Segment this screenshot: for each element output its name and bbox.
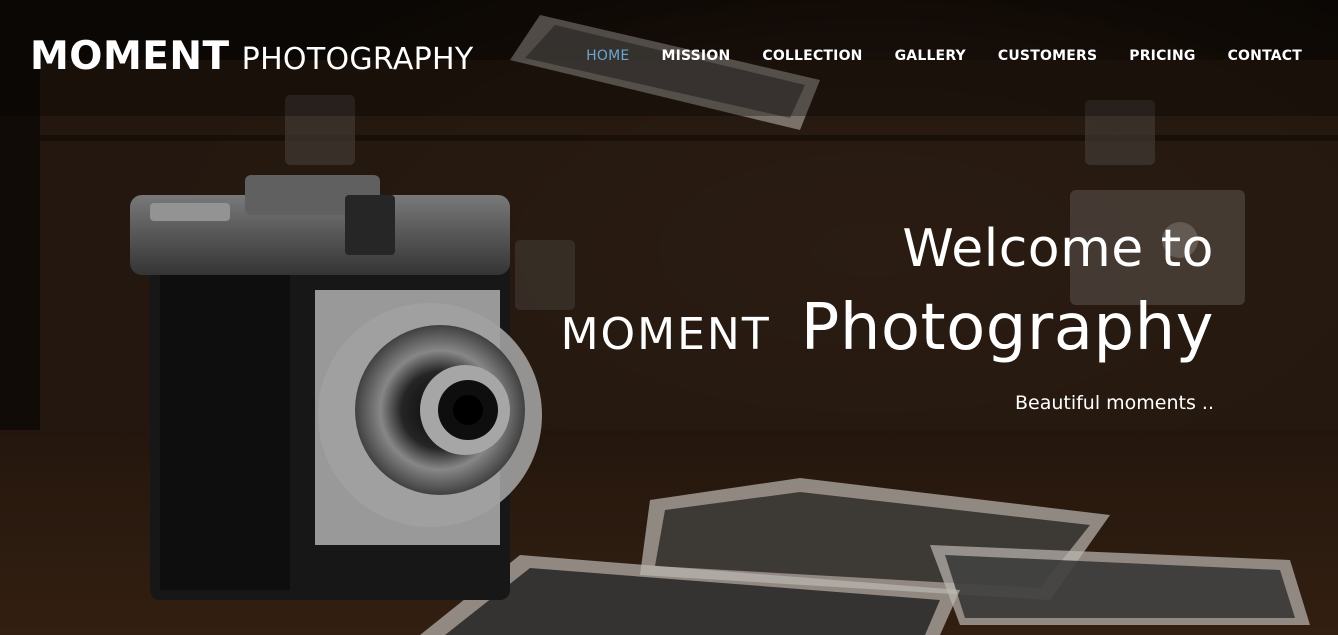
hero-title-line2: MOMENT Photography bbox=[561, 286, 1214, 386]
main-nav: HOME MISSION COLLECTION GALLERY CUSTOMER… bbox=[554, 48, 1302, 64]
nav-item-pricing[interactable]: PRICING bbox=[1129, 48, 1195, 64]
hero-title-caps: MOMENT bbox=[560, 309, 771, 360]
brand-name-light: PHOTOGRAPHY bbox=[241, 42, 474, 77]
nav-item-customers[interactable]: CUSTOMERS bbox=[998, 48, 1097, 64]
hero-tagline: Beautiful moments .. bbox=[1014, 392, 1214, 414]
hero-title-line1: Welcome to bbox=[902, 219, 1214, 279]
nav-item-mission[interactable]: MISSION bbox=[661, 48, 730, 64]
brand-logo[interactable]: MOMENT PHOTOGRAPHY bbox=[30, 34, 474, 79]
nav-item-collection[interactable]: COLLECTION bbox=[762, 48, 862, 64]
nav-item-contact[interactable]: CONTACT bbox=[1228, 48, 1302, 64]
nav-item-home[interactable]: HOME bbox=[586, 48, 629, 64]
nav-item-gallery[interactable]: GALLERY bbox=[895, 48, 966, 64]
brand-name-strong: MOMENT bbox=[30, 34, 230, 79]
hero-title-big: Photography bbox=[800, 291, 1214, 365]
top-navbar: MOMENT PHOTOGRAPHY HOME MISSION COLLECTIO… bbox=[0, 0, 1338, 116]
hero-welcome-text: Welcome to MOMENT Photography Beautiful m… bbox=[561, 212, 1214, 414]
